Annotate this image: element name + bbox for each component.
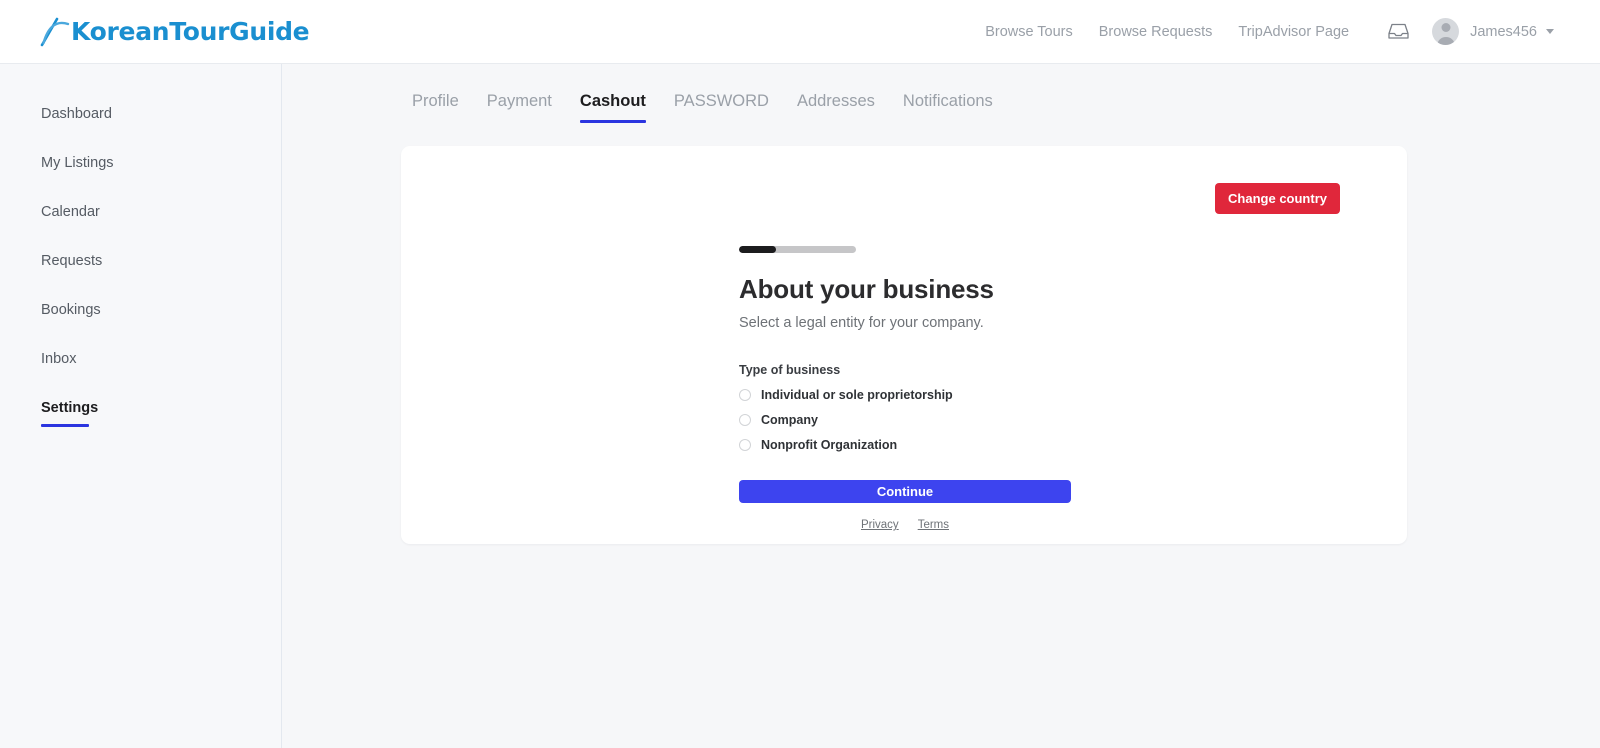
radio-circle-icon[interactable]	[739, 414, 751, 426]
radio-label-individual: Individual or sole proprietorship	[761, 388, 953, 402]
swoosh-logo-icon	[40, 15, 70, 49]
privacy-link[interactable]: Privacy	[861, 519, 899, 531]
radio-option-company[interactable]: Company	[739, 413, 1071, 427]
tab-profile[interactable]: Profile	[398, 86, 473, 123]
tab-cashout[interactable]: Cashout	[566, 86, 660, 123]
legal-links: Privacy Terms	[739, 519, 1071, 531]
settings-tabs: Profile Payment Cashout PASSWORD Address…	[283, 64, 1600, 123]
continue-button[interactable]: Continue	[739, 480, 1071, 503]
radio-circle-icon[interactable]	[739, 439, 751, 451]
onboarding-progress-bar	[739, 246, 856, 253]
tab-addresses[interactable]: Addresses	[783, 86, 889, 123]
radio-label-company: Company	[761, 413, 818, 427]
terms-link[interactable]: Terms	[918, 519, 949, 531]
tab-payment[interactable]: Payment	[473, 86, 566, 123]
radio-option-individual[interactable]: Individual or sole proprietorship	[739, 388, 1071, 402]
sidebar-item-my-listings[interactable]: My Listings	[0, 139, 281, 188]
nav-link-browse-requests[interactable]: Browse Requests	[1086, 24, 1226, 40]
sidebar-item-requests[interactable]: Requests	[0, 237, 281, 286]
brand-logo[interactable]: KoreanTourGuide	[40, 0, 310, 64]
radio-option-nonprofit[interactable]: Nonprofit Organization	[739, 438, 1071, 452]
change-country-button[interactable]: Change country	[1215, 183, 1340, 214]
page-subtitle: Select a legal entity for your company.	[739, 315, 984, 331]
type-of-business-label: Type of business	[739, 363, 841, 377]
inbox-icon[interactable]	[1378, 12, 1418, 52]
business-form: About your business Select a legal entit…	[739, 246, 1071, 531]
user-menu[interactable]: James456	[1428, 15, 1558, 48]
radio-circle-icon[interactable]	[739, 389, 751, 401]
nav-link-browse-tours[interactable]: Browse Tours	[972, 24, 1086, 40]
top-header: KoreanTourGuide Browse Tours Browse Requ…	[0, 0, 1600, 64]
tab-notifications[interactable]: Notifications	[889, 86, 1007, 123]
onboarding-progress-fill	[739, 246, 777, 253]
brand-logo-text: KoreanTourGuide	[71, 17, 310, 46]
sidebar-item-calendar[interactable]: Calendar	[0, 188, 281, 237]
main-content: Profile Payment Cashout PASSWORD Address…	[283, 64, 1600, 748]
chevron-down-icon	[1546, 29, 1554, 34]
sidebar-item-inbox[interactable]: Inbox	[0, 335, 281, 384]
header-nav: Browse Tours Browse Requests TripAdvisor…	[972, 12, 1558, 52]
page-title: About your business	[739, 274, 994, 304]
radio-label-nonprofit: Nonprofit Organization	[761, 438, 898, 452]
nav-link-tripadvisor-page[interactable]: TripAdvisor Page	[1225, 24, 1362, 40]
user-avatar-icon	[1432, 18, 1460, 45]
sidebar: Dashboard My Listings Calendar Requests …	[0, 64, 282, 748]
cashout-onboarding-card: Change country About your business Selec…	[401, 146, 1407, 544]
sidebar-item-settings[interactable]: Settings	[0, 384, 281, 433]
tab-password[interactable]: PASSWORD	[660, 86, 783, 123]
sidebar-item-bookings[interactable]: Bookings	[0, 286, 281, 335]
user-name-label: James456	[1470, 23, 1537, 40]
sidebar-item-dashboard[interactable]: Dashboard	[0, 90, 281, 139]
